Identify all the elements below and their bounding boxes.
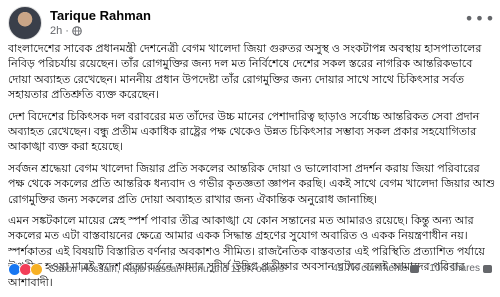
post-meta: 2h ·: [50, 25, 82, 37]
care-icon: [30, 263, 43, 275]
post-paragraph-2: দেশ বিদেশের চিকিৎসক দল বরাবরের মত তাঁদের…: [8, 110, 480, 154]
post-body: বাংলাদেশের সাবেক প্রধানমন্ত্রী দেশনেত্রী…: [8, 42, 496, 297]
meta-separator: ·: [65, 25, 69, 37]
post-paragraph-1: বাংলাদেশের সাবেক প্রধানমন্ত্রী দেশনেত্রী…: [8, 43, 482, 102]
author-avatar[interactable]: [8, 6, 42, 40]
shares-count[interactable]: 10K shares: [429, 263, 492, 274]
comments-count[interactable]: 42.7K comments: [332, 263, 420, 274]
post-stats: 42.7K comments 10K shares: [332, 263, 492, 274]
share-icon: [483, 264, 492, 273]
more-options-icon[interactable]: •••: [464, 10, 494, 28]
reactions-text: Sabbir Hossain, Rajib Hassan Ronu and 11…: [49, 264, 284, 275]
comment-icon: [410, 264, 420, 273]
author-name[interactable]: Tarique Rahman: [50, 8, 151, 23]
facebook-post: Tarique Rahman 2h · ••• বাংলাদেশের সাবেক…: [0, 0, 500, 289]
post-time[interactable]: 2h: [50, 25, 62, 37]
reactions-summary[interactable]: Sabbir Hossain, Rajib Hassan Ronu and 11…: [8, 263, 284, 275]
post-paragraph-4: এমন সঙ্কটকালে মায়ের স্নেহ স্পর্শ পাবার …: [8, 215, 485, 289]
shares-count-text: 10K shares: [429, 263, 480, 274]
comments-count-text: 42.7K comments: [332, 263, 408, 274]
post-paragraph-3: সর্বজন শ্রদ্ধেয়া বেগম খালেদা জিয়ার প্র…: [8, 162, 496, 206]
post-header: Tarique Rahman 2h · •••: [8, 4, 495, 40]
globe-icon[interactable]: [72, 26, 82, 36]
post-footer: Sabbir Hossain, Rajib Hassan Ronu and 11…: [0, 262, 500, 275]
